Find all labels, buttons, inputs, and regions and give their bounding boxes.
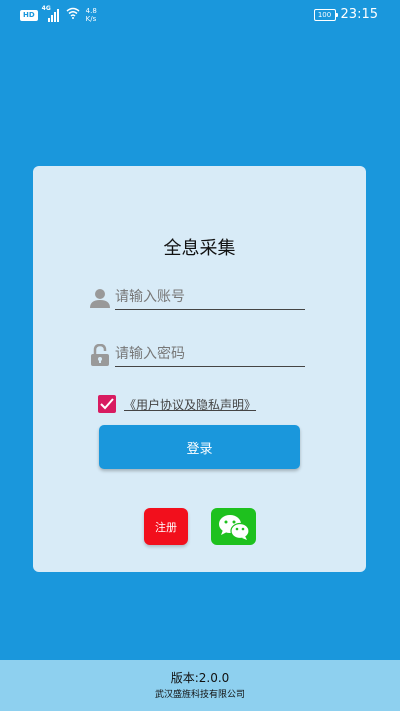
version-text: 版本:2.0.0 <box>170 671 230 685</box>
wechat-icon <box>218 514 250 540</box>
cellular-signal-icon: 4G <box>41 5 62 22</box>
account-input[interactable] <box>115 285 305 310</box>
checkmark-icon <box>100 398 114 410</box>
hd-badge: HD <box>20 9 38 21</box>
battery-level: 100 <box>317 10 332 19</box>
network-speed: 4.8 K/s <box>86 7 97 23</box>
lock-icon <box>89 343 111 366</box>
speed-value: 4.8 <box>85 7 97 15</box>
network-type: 4G <box>41 5 51 12</box>
agreement-checkbox[interactable] <box>98 395 116 413</box>
status-bar: HD 4G 4.8 K/s 100 23:15 <box>0 0 400 30</box>
page-title: 全息采集 <box>163 238 236 259</box>
login-button[interactable]: 登录 <box>99 425 300 469</box>
speed-unit: K/s <box>85 15 97 23</box>
register-button[interactable]: 注册 <box>144 508 188 545</box>
status-right: 100 23:15 <box>313 7 378 22</box>
wechat-login-button[interactable] <box>211 508 256 545</box>
login-screen: HD 4G 4.8 K/s 100 23:15 全息采集 请输入账号 《用户协议… <box>0 0 400 711</box>
agreement-row: 《用户协议及隐私声明》 <box>98 395 256 413</box>
user-icon <box>89 287 111 309</box>
password-field <box>89 342 307 368</box>
password-input[interactable] <box>115 342 305 367</box>
footer: 版本:2.0.0 武汉盛旌科技有限公司 <box>0 660 400 711</box>
clock: 23:15 <box>340 7 378 22</box>
status-left: HD 4G 4.8 K/s <box>20 5 97 23</box>
company-name: 武汉盛旌科技有限公司 <box>154 690 245 700</box>
battery-icon: 100 <box>313 8 338 21</box>
agreement-link[interactable]: 《用户协议及隐私声明》 <box>124 396 256 413</box>
account-field <box>89 285 307 311</box>
wifi-icon <box>66 7 80 23</box>
login-card: 全息采集 请输入账号 《用户协议及隐私声明》 登录 注册 <box>33 166 366 572</box>
